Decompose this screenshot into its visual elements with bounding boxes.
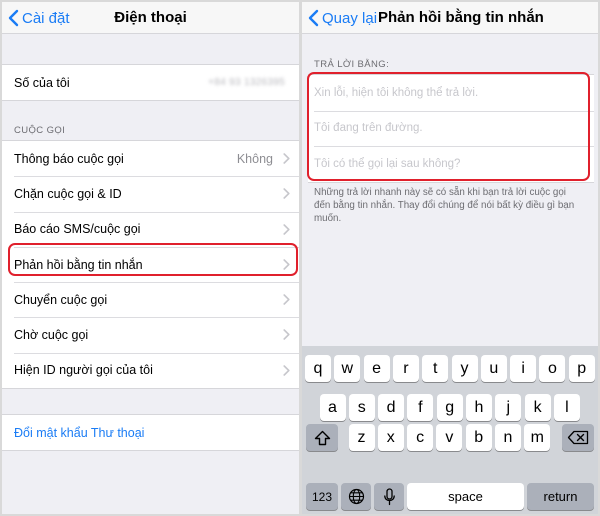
- reply-footer-note: Những trả lời nhanh này sẽ có sẵn khi bạ…: [314, 187, 575, 224]
- call-setting-row[interactable]: Phản hồi bằng tin nhắn: [2, 246, 299, 282]
- respond-with-text-screen: Quay lại Phản hồi bằng tin nhắn TRẢ LỜI …: [302, 2, 598, 514]
- globe-icon: [348, 488, 364, 505]
- change-voicemail-password-link[interactable]: Đổi mật khẩu Thư thoại: [2, 415, 299, 450]
- call-setting-label: Hiện ID người gọi của tôi: [14, 363, 153, 378]
- reply-input-3[interactable]: Tôi có thể gọi lại sau không?: [308, 146, 594, 182]
- chevron-right-icon: [283, 329, 290, 341]
- chevron-right-icon: [283, 364, 290, 376]
- call-setting-row[interactable]: Chờ cuộc gọi: [2, 317, 299, 352]
- microphone-icon: [383, 487, 395, 505]
- key-f[interactable]: f: [407, 394, 434, 421]
- my-number-label: Số của tôi: [14, 75, 70, 90]
- chevron-right-icon: [283, 294, 290, 305]
- call-setting-label: Báo cáo SMS/cuộc gọi: [14, 222, 141, 237]
- call-setting-label: Phản hồi bằng tin nhắn: [14, 257, 143, 272]
- key-d[interactable]: d: [378, 394, 405, 421]
- call-setting-label: Chuyển cuộc gọi: [14, 292, 108, 307]
- key-m[interactable]: m: [524, 424, 551, 451]
- call-setting-value: Không: [236, 151, 273, 166]
- key-k[interactable]: k: [524, 394, 551, 421]
- key-g[interactable]: g: [436, 394, 463, 421]
- chevron-right-icon: [283, 259, 290, 270]
- key-e[interactable]: e: [363, 355, 390, 382]
- key-z[interactable]: z: [348, 424, 375, 451]
- call-setting-row[interactable]: Báo cáo SMS/cuộc gọi: [2, 211, 299, 247]
- key-s[interactable]: s: [348, 394, 375, 421]
- reply-placeholder: Xin lỗi, hiện tôi không thể trả lời.: [314, 86, 479, 99]
- call-setting-row[interactable]: Thông báo cuộc gọi Không: [2, 141, 299, 176]
- key-i[interactable]: i: [510, 355, 537, 382]
- chevron-right-icon: [283, 153, 290, 164]
- key-w[interactable]: w: [334, 355, 361, 382]
- key-l[interactable]: l: [553, 394, 580, 421]
- left-navbar: Cài đặt Điện thoại: [2, 2, 299, 34]
- my-number-group: Số của tôi +84 93 1326395: [2, 64, 299, 102]
- key-o[interactable]: o: [539, 355, 566, 382]
- key-n[interactable]: n: [495, 424, 521, 451]
- space-key[interactable]: space: [407, 483, 524, 510]
- shift-key[interactable]: [306, 424, 338, 451]
- numbers-key[interactable]: 123: [306, 483, 338, 510]
- reply-input-1[interactable]: Xin lỗi, hiện tôi không thể trả lời.: [308, 75, 594, 111]
- key-h[interactable]: h: [466, 394, 492, 421]
- call-setting-label: Chờ cuộc gọi: [14, 328, 89, 343]
- voicemail-group: Đổi mật khẩu Thư thoại: [2, 414, 299, 452]
- key-t[interactable]: t: [422, 355, 449, 382]
- reply-placeholder: Tôi có thể gọi lại sau không?: [314, 157, 461, 170]
- back-label: Quay lại: [322, 9, 378, 27]
- key-q[interactable]: q: [305, 355, 331, 382]
- key-a[interactable]: a: [319, 394, 346, 421]
- back-button[interactable]: Quay lại: [308, 8, 377, 28]
- chevron-right-icon: [283, 223, 290, 235]
- reply-list: Xin lỗi, hiện tôi không thể trả lời. Tôi…: [308, 74, 594, 183]
- key-x[interactable]: x: [377, 424, 404, 451]
- key-u[interactable]: u: [480, 355, 507, 382]
- calls-section-header: CUỘC GỌI: [14, 125, 66, 136]
- page-title: Điện thoại: [114, 9, 187, 26]
- phone-settings-screen: Cài đặt Điện thoại Số của tôi +84 93 132…: [2, 2, 299, 514]
- call-setting-row[interactable]: Chuyển cuộc gọi: [2, 282, 299, 317]
- key-r[interactable]: r: [392, 355, 419, 382]
- delete-key[interactable]: [562, 424, 594, 451]
- reply-section-header: TRẢ LỜI BẰNG:: [314, 59, 390, 70]
- call-setting-row[interactable]: Chặn cuộc gọi & ID: [2, 176, 299, 211]
- reply-placeholder: Tôi đang trên đường.: [314, 122, 423, 135]
- key-v[interactable]: v: [436, 424, 463, 451]
- microphone-key[interactable]: [374, 483, 404, 510]
- return-key[interactable]: return: [527, 483, 594, 510]
- shift-icon: [314, 430, 330, 445]
- key-b[interactable]: b: [465, 424, 492, 451]
- key-y[interactable]: y: [451, 355, 478, 382]
- screenshot-frame: Cài đặt Điện thoại Số của tôi +84 93 132…: [0, 0, 600, 516]
- page-title: Phản hồi bằng tin nhắn: [378, 9, 544, 26]
- chevron-right-icon: [283, 188, 290, 200]
- key-c[interactable]: c: [407, 424, 434, 451]
- call-setting-label: Chặn cuộc gọi & ID: [14, 186, 122, 201]
- globe-key[interactable]: [341, 483, 371, 510]
- key-j[interactable]: j: [495, 394, 522, 421]
- call-setting-label: Thông báo cuộc gọi: [14, 151, 124, 166]
- key-p[interactable]: p: [568, 355, 595, 382]
- chevron-left-icon: [308, 9, 319, 27]
- my-number-value: +84 93 1326395: [208, 77, 285, 89]
- call-setting-row[interactable]: Hiện ID người gọi của tôi: [2, 352, 299, 388]
- reply-input-2[interactable]: Tôi đang trên đường.: [308, 110, 594, 147]
- delete-icon: [567, 430, 589, 445]
- my-number-row[interactable]: Số của tôi +84 93 1326395: [2, 65, 299, 100]
- calls-group: Thông báo cuộc gọi Không Chặn cuộc gọi & I…: [2, 140, 299, 390]
- right-navbar: Quay lại Phản hồi bằng tin nhắn: [302, 2, 598, 34]
- voicemail-link-label: Đổi mật khẩu Thư thoại: [14, 425, 145, 440]
- onscreen-keyboard: 123 space return qwertyuiop asdfghjkl zxcv…: [302, 346, 598, 514]
